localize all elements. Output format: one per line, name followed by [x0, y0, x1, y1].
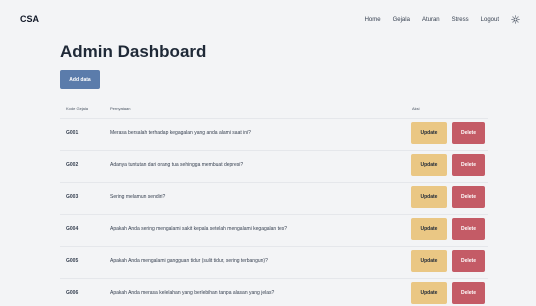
delete-button[interactable]: Delete: [452, 122, 485, 144]
table-row: G001 Merasa bersalah terhadap kegagalan …: [0, 118, 536, 150]
update-button[interactable]: Update: [411, 282, 447, 304]
update-button[interactable]: Update: [411, 218, 447, 240]
update-button[interactable]: Update: [411, 154, 447, 176]
row-statement: Adanya tuntutan dari orang tua sehingga …: [110, 162, 244, 168]
row-code: G002: [66, 162, 79, 168]
column-header-code: Kode Gejala: [66, 106, 89, 111]
row-divider: [60, 278, 488, 279]
update-button[interactable]: Update: [411, 250, 447, 272]
row-statement: Apakah Anda mengalami gangguan tidur (su…: [110, 258, 268, 264]
sun-icon[interactable]: [511, 15, 520, 24]
brand-logo[interactable]: CSA: [20, 14, 39, 24]
update-button[interactable]: Update: [411, 122, 447, 144]
row-divider: [60, 182, 488, 183]
column-header-statement: Pernyataan: [110, 106, 131, 111]
column-header-action: Aksi: [412, 106, 420, 111]
page-title: Admin Dashboard: [60, 42, 207, 61]
delete-button[interactable]: Delete: [452, 186, 485, 208]
row-statement: Apakah Anda merasa kelelahan yang berleb…: [110, 290, 275, 296]
row-statement: Sering melamun sendiri?: [110, 194, 166, 200]
nav-item-aturan[interactable]: Aturan: [422, 17, 440, 23]
update-button[interactable]: Update: [411, 186, 447, 208]
row-divider: [60, 150, 488, 151]
add-data-button[interactable]: Add data: [60, 70, 100, 89]
row-code: G001: [66, 130, 79, 136]
row-code: G006: [66, 290, 79, 296]
row-code: G005: [66, 258, 79, 264]
table-row: G003 Sering melamun sendiri? Update Dele…: [0, 182, 536, 214]
row-statement: Merasa bersalah terhadap kegagalan yang …: [110, 130, 251, 136]
nav-item-home[interactable]: Home: [365, 17, 381, 23]
delete-button[interactable]: Delete: [452, 154, 485, 176]
table-row: G005 Apakah Anda mengalami gangguan tidu…: [0, 246, 536, 278]
row-divider: [60, 118, 488, 119]
delete-button[interactable]: Delete: [452, 218, 485, 240]
nav-links: Home Gejala Aturan Stress Logout: [365, 15, 520, 24]
symptom-table: G001 Merasa bersalah terhadap kegagalan …: [0, 118, 536, 306]
delete-button[interactable]: Delete: [452, 282, 485, 304]
table-row: G006 Apakah Anda merasa kelelahan yang b…: [0, 278, 536, 306]
navbar: CSA Home Gejala Aturan Stress Logout: [0, 0, 536, 40]
table-row: G004 Apakah Anda sering mengalami sakit …: [0, 214, 536, 246]
row-code: G004: [66, 226, 79, 232]
row-statement: Apakah Anda sering mengalami sakit kepal…: [110, 226, 288, 232]
table-row: G002 Adanya tuntutan dari orang tua sehi…: [0, 150, 536, 182]
table-header: Kode Gejala Pernyataan Aksi: [0, 103, 536, 113]
nav-item-gejala[interactable]: Gejala: [393, 17, 410, 23]
row-divider: [60, 246, 488, 247]
nav-item-stress[interactable]: Stress: [452, 17, 469, 23]
nav-item-logout[interactable]: Logout: [481, 17, 499, 23]
row-divider: [60, 214, 488, 215]
row-code: G003: [66, 194, 79, 200]
delete-button[interactable]: Delete: [452, 250, 485, 272]
